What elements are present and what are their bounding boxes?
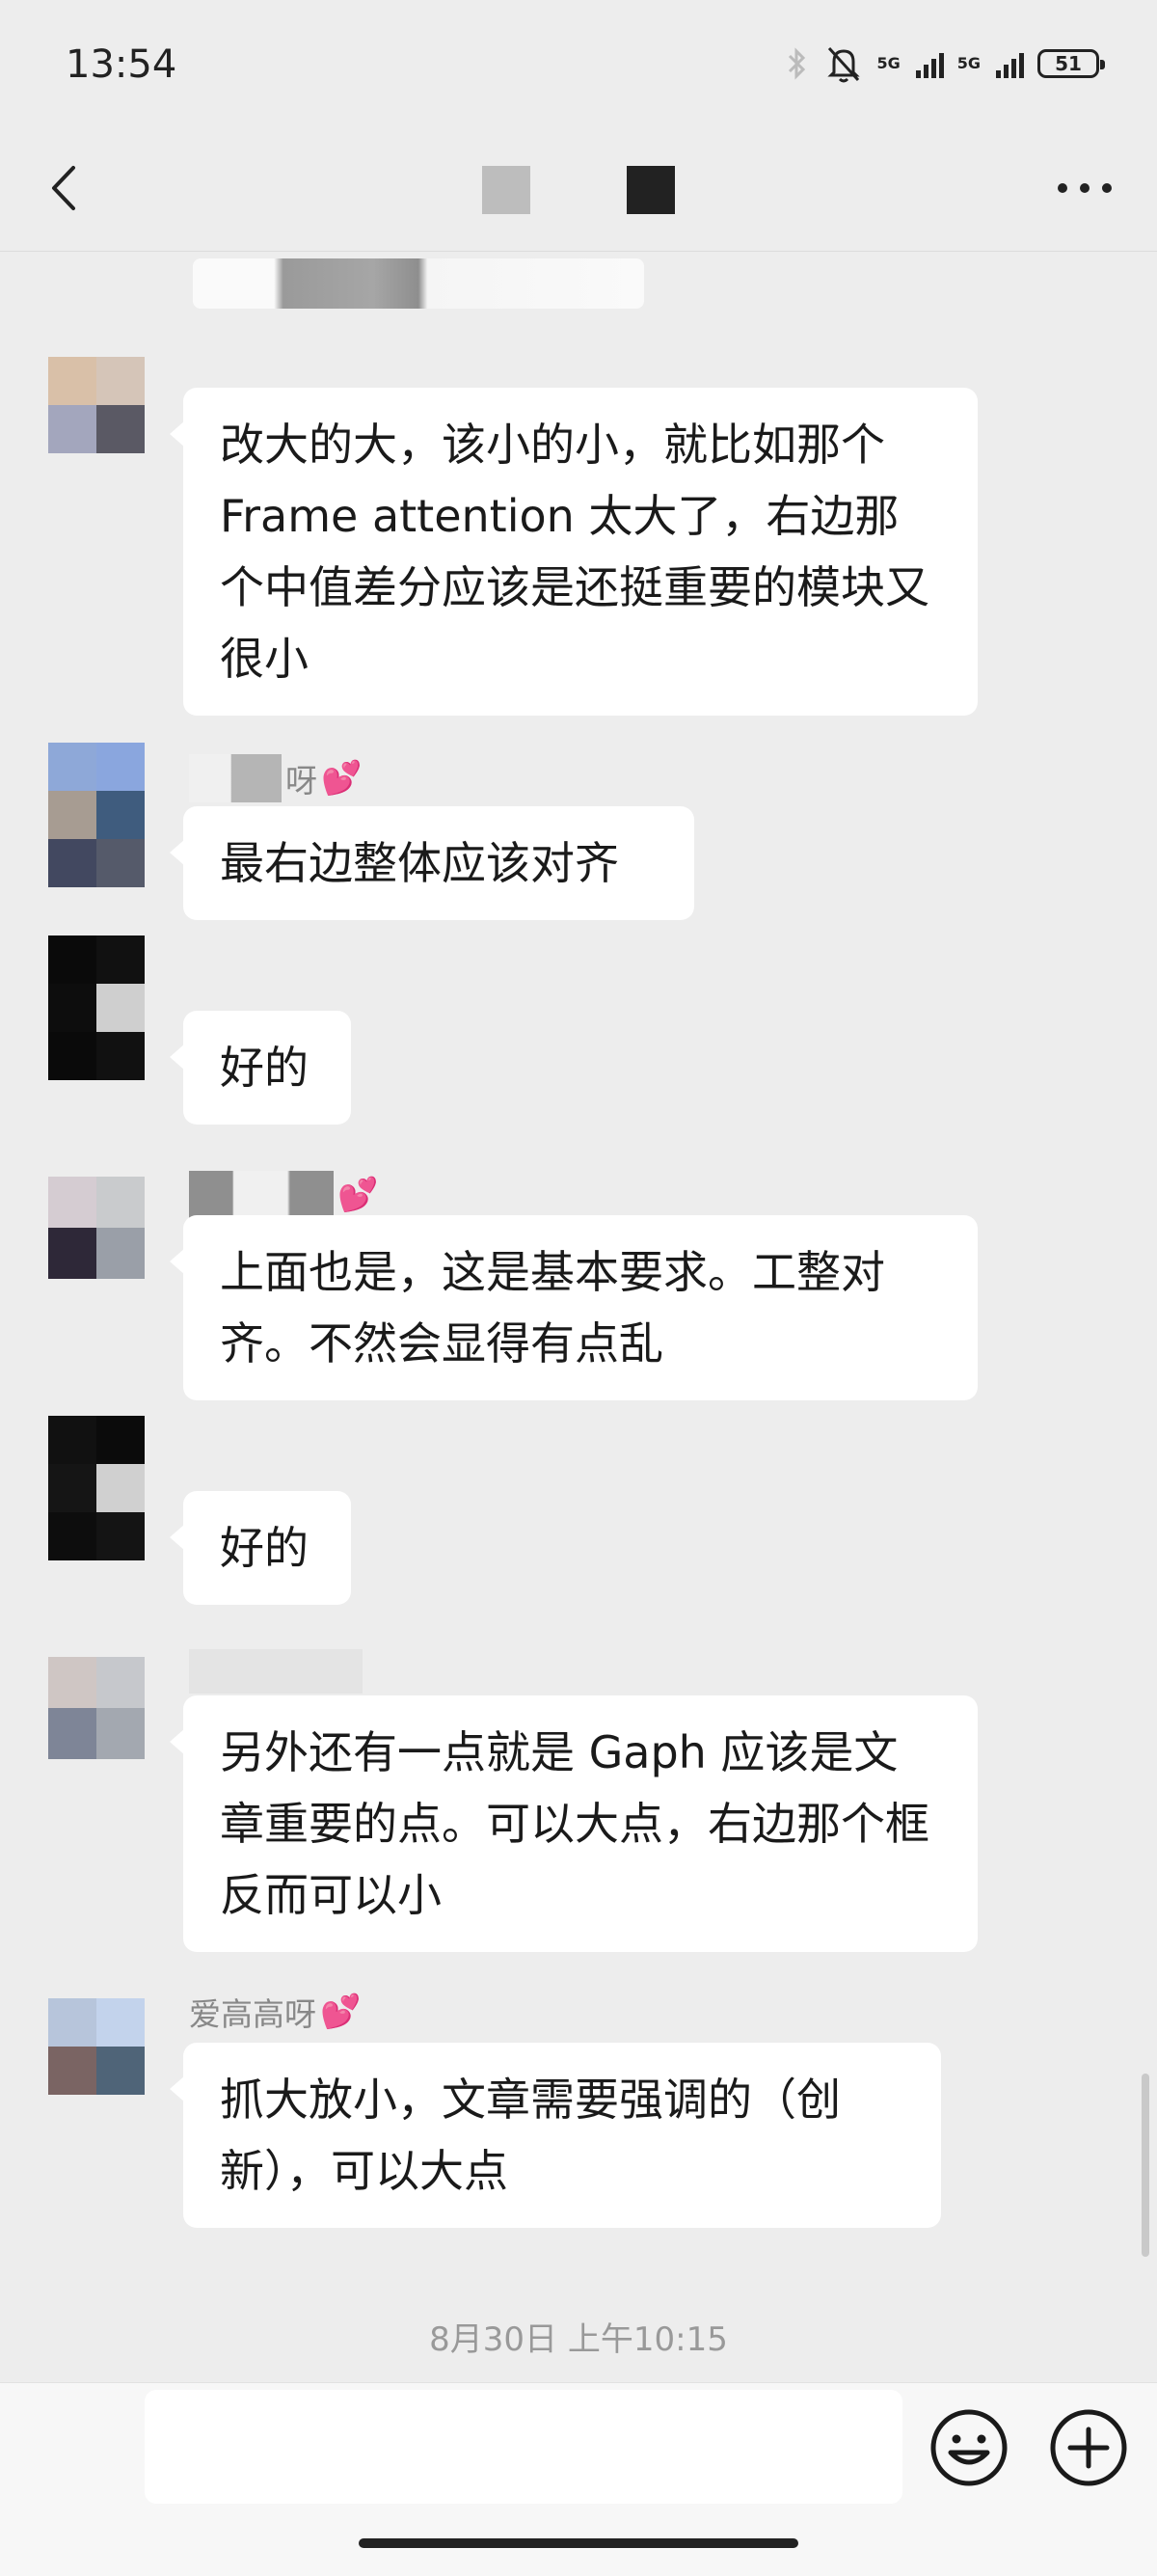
message-bubble[interactable]: 另外还有一点就是 Gaph 应该是文章重要的点。可以大点，右边那个框反而可以小 xyxy=(170,1695,978,1952)
message-text: 好的 xyxy=(220,1522,309,1574)
sender-nickname: 💕 xyxy=(189,1171,378,1219)
heart-icon: 💕 xyxy=(321,759,363,798)
chat-title-avatar-mosaic xyxy=(482,166,530,214)
scrollbar-thumb[interactable] xyxy=(1142,2074,1149,2257)
sender-nickname: 呀 💕 xyxy=(189,754,362,802)
avatar[interactable] xyxy=(48,1416,145,1560)
sender-nickname: 爱高高呀 💕 xyxy=(189,1989,361,2035)
message-text: 改大的大，该小的小，就比如那个Frame attention 太大了，右边那个中… xyxy=(220,419,929,685)
status-bar: 13:54 5G 5G 51 xyxy=(0,0,1157,125)
chat-title-name-mosaic xyxy=(627,166,675,214)
bluetooth-icon xyxy=(789,47,806,80)
message-bubble[interactable]: 最右边整体应该对齐 xyxy=(170,806,694,920)
message-bubble[interactable]: 好的 xyxy=(170,1491,351,1605)
message-bubble[interactable]: 好的 xyxy=(170,1011,351,1125)
avatar[interactable] xyxy=(48,935,145,1080)
heart-icon: 💕 xyxy=(320,1993,362,2031)
avatar[interactable] xyxy=(48,1177,145,1279)
message-text: 上面也是，这是基本要求。工整对齐。不然会显得有点乱 xyxy=(220,1246,885,1369)
sender-nickname xyxy=(189,1649,363,1694)
avatar[interactable] xyxy=(48,1657,145,1759)
message-text: 最右边整体应该对齐 xyxy=(220,837,619,889)
battery-icon: 51 xyxy=(1037,49,1105,78)
message-text: 好的 xyxy=(220,1042,309,1094)
message-text: 另外还有一点就是 Gaph 应该是文章重要的点。可以大点，右边那个框反而可以小 xyxy=(220,1726,929,1921)
signal-icon-2 xyxy=(996,49,1024,78)
nickname-text: 爱高高呀 xyxy=(189,1995,316,2033)
previous-message-fragment xyxy=(193,258,644,309)
battery-level: 51 xyxy=(1055,52,1082,75)
message-input[interactable] xyxy=(145,2390,902,2504)
plus-icon[interactable] xyxy=(1047,2406,1130,2489)
back-arrow-icon[interactable] xyxy=(39,154,96,222)
message-bubble[interactable]: 抓大放小，文章需要强调的（创新），可以大点 xyxy=(170,2043,941,2228)
message-list[interactable]: 改大的大，该小的小，就比如那个Frame attention 太大了，右边那个中… xyxy=(0,253,1157,2374)
nickname-mosaic xyxy=(189,754,282,802)
mute-bell-icon xyxy=(827,46,861,83)
network-type-1: 5G xyxy=(876,54,901,72)
emoji-icon[interactable] xyxy=(928,2406,1010,2489)
avatar[interactable] xyxy=(48,743,145,887)
system-icons: 5G 5G 51 xyxy=(782,42,1105,85)
network-type-2: 5G xyxy=(956,54,981,72)
message-bubble[interactable]: 上面也是，这是基本要求。工整对齐。不然会显得有点乱 xyxy=(170,1215,978,1400)
nickname-mosaic xyxy=(189,1171,334,1219)
avatar[interactable] xyxy=(48,357,145,453)
home-indicator[interactable] xyxy=(359,2538,798,2548)
message-bubble[interactable]: 改大的大，该小的小，就比如那个Frame attention 太大了，右边那个中… xyxy=(170,388,978,716)
heart-icon: 💕 xyxy=(337,1176,379,1214)
status-time: 13:54 xyxy=(66,42,177,87)
nickname-mosaic xyxy=(189,1649,363,1694)
message-text: 抓大放小，文章需要强调的（创新），可以大点 xyxy=(220,2074,841,2197)
message-timestamp: 8月30日 上午10:15 xyxy=(429,2320,728,2359)
chat-header xyxy=(0,125,1157,252)
nickname-text: 呀 xyxy=(285,762,317,800)
avatar[interactable] xyxy=(48,1998,145,2095)
more-options-icon[interactable] xyxy=(1051,154,1118,222)
signal-icon xyxy=(915,49,944,78)
